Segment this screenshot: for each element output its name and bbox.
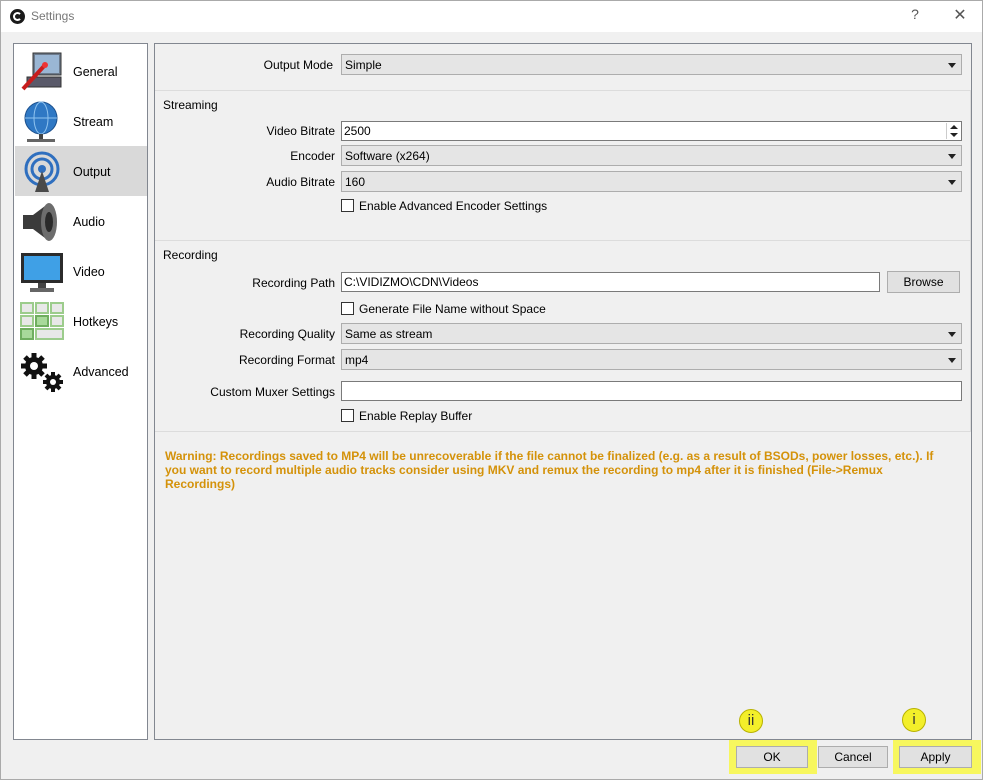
window-title: Settings [31,9,75,23]
mp4-warning-text: Warning: Recordings saved to MP4 will be… [165,449,934,491]
audio-bitrate-value: 160 [345,175,366,189]
recording-path-input[interactable]: C:\VIDIZMO\CDN\Videos [341,272,880,292]
ok-annotation-marker: ii [739,709,763,733]
chevron-down-icon [948,332,956,337]
obs-logo-icon [10,9,25,24]
recording-format-select[interactable]: mp4 [341,349,962,370]
sidebar-item-general[interactable]: General [15,46,147,96]
browse-button[interactable]: Browse [887,271,960,293]
output-mode-value: Simple [345,58,382,72]
custom-muxer-label: Custom Muxer Settings [210,385,335,399]
chevron-down-icon [948,180,956,185]
recording-quality-select[interactable]: Same as stream [341,323,962,344]
recording-path-label: Recording Path [252,276,335,290]
ok-button[interactable]: OK [736,746,808,768]
sidebar-item-stream[interactable]: Stream [15,96,147,146]
output-mode-label: Output Mode [263,58,333,72]
settings-window: Settings ? ✕ General Stream Output Audio… [0,0,983,780]
help-button[interactable]: ? [907,6,923,22]
no-space-filename-checkbox[interactable] [341,302,354,315]
sidebar-item-label: Output [73,165,111,179]
general-icon [21,52,62,91]
sidebar-item-advanced[interactable]: Advanced [15,346,147,396]
video-bitrate-value: 2500 [344,124,371,138]
sidebar-item-label: Stream [73,115,114,129]
advanced-encoder-checkbox[interactable] [341,199,354,212]
output-settings-panel: Output Mode Simple Streaming Video Bitra… [154,43,972,740]
sidebar-item-video[interactable]: Video [15,246,147,296]
output-mode-select[interactable]: Simple [341,54,962,75]
sidebar-item-label: Hotkeys [73,315,119,329]
streaming-group-title: Streaming [163,98,218,112]
audio-bitrate-label: Audio Bitrate [266,175,335,189]
advanced-encoder-label: Enable Advanced Encoder Settings [359,199,548,213]
encoder-select[interactable]: Software (x264) [341,145,962,166]
recording-group-title: Recording [163,248,218,262]
recording-path-value: C:\VIDIZMO\CDN\Videos [344,275,479,289]
hotkeys-icon [20,302,64,340]
apply-annotation-marker: i [902,708,926,732]
chevron-down-icon [948,358,956,363]
sidebar-item-label: General [73,65,118,79]
sidebar-item-label: Video [73,265,105,279]
chevron-down-icon [948,154,956,159]
replay-buffer-checkbox[interactable] [341,409,354,422]
advanced-icon [21,353,63,392]
video-icon [21,253,63,292]
encoder-label: Encoder [290,149,335,163]
recording-quality-value: Same as stream [345,327,433,341]
title-bar: Settings ? ✕ [1,1,982,32]
video-bitrate-label: Video Bitrate [266,124,336,138]
apply-button[interactable]: Apply [899,746,972,768]
encoder-value: Software (x264) [345,149,430,163]
audio-bitrate-select[interactable]: 160 [341,171,962,192]
custom-muxer-input[interactable] [341,381,962,401]
output-icon [24,151,60,192]
replay-buffer-label: Enable Replay Buffer [359,409,473,423]
chevron-down-icon [948,63,956,68]
sidebar-item-output[interactable]: Output [15,146,147,196]
no-space-filename-label: Generate File Name without Space [359,302,546,316]
recording-format-value: mp4 [345,353,369,367]
sidebar-item-label: Audio [73,215,105,229]
recording-quality-label: Recording Quality [239,327,335,341]
cancel-button[interactable]: Cancel [818,746,888,768]
sidebar-item-audio[interactable]: Audio [15,196,147,246]
stream-icon [24,101,58,142]
recording-format-label: Recording Format [238,353,335,367]
settings-sidebar: General Stream Output Audio Video Hotkey… [13,43,148,740]
sidebar-item-hotkeys[interactable]: Hotkeys [15,296,147,346]
sidebar-item-label: Advanced [73,365,129,379]
spin-arrows-icon[interactable] [946,123,960,139]
video-bitrate-spinbox[interactable]: 2500 [341,121,962,141]
close-button[interactable]: ✕ [951,5,969,25]
audio-icon [23,203,57,241]
